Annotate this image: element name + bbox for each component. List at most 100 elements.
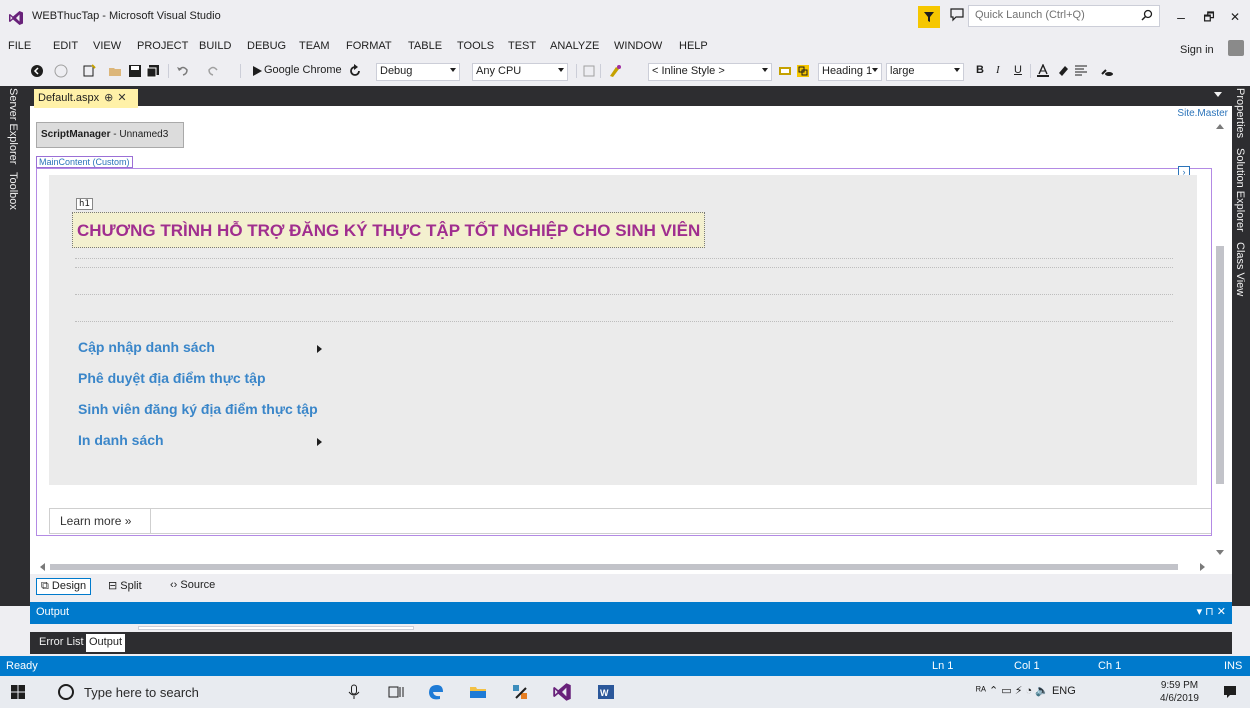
font-color-icon[interactable] <box>1036 64 1050 78</box>
task-view-icon[interactable] <box>386 682 406 702</box>
refresh-icon[interactable] <box>348 64 362 78</box>
sign-in-link[interactable]: Sign in <box>1180 44 1214 56</box>
standard-toolbar: Google Chrome Debug Any CPU < Inline Sty… <box>0 58 1250 86</box>
underline-button[interactable]: U <box>1014 64 1022 76</box>
visual-studio-taskbar-icon[interactable] <box>552 682 572 702</box>
tab-output[interactable]: Output <box>86 634 126 652</box>
toolbox-tab[interactable]: Toolbox <box>7 172 19 210</box>
style-application-icon[interactable] <box>778 64 792 78</box>
run-target-label[interactable]: Google Chrome <box>264 64 342 76</box>
horizontal-scroll-thumb[interactable] <box>50 564 1178 570</box>
action-center-icon[interactable] <box>1222 684 1238 700</box>
split-view-button[interactable]: ⊟ Split <box>104 578 146 593</box>
nav-link-approve-location[interactable]: Phê duyệt địa điểm thực tập <box>78 370 266 386</box>
save-all-icon[interactable] <box>146 64 160 78</box>
scroll-left-icon[interactable] <box>40 563 45 571</box>
submenu-arrow-icon[interactable] <box>317 345 322 353</box>
minimize-button[interactable]: – <box>1170 8 1192 26</box>
menu-format[interactable]: FORMAT <box>346 40 392 52</box>
design-view-button[interactable]: ⧉ Design <box>36 578 92 595</box>
learn-more-button[interactable]: Learn more » <box>49 508 151 534</box>
class-view-tab[interactable]: Class View <box>1234 242 1246 296</box>
nav-link-student-register[interactable]: Sinh viên đăng ký địa điểm thực tập <box>78 401 318 417</box>
save-icon[interactable] <box>128 64 142 78</box>
nav-link-print-list[interactable]: In danh sách <box>78 432 164 448</box>
solution-explorer-tab[interactable]: Solution Explorer <box>1234 148 1246 232</box>
insert-link-icon[interactable] <box>1100 64 1114 78</box>
file-explorer-icon[interactable] <box>468 682 488 702</box>
menu-build[interactable]: BUILD <box>199 40 231 52</box>
restore-button[interactable]: 🗗 <box>1198 8 1220 26</box>
edge-browser-icon[interactable] <box>426 682 446 702</box>
tools-app-icon[interactable] <box>510 682 530 702</box>
word-icon[interactable]: W <box>596 682 616 702</box>
output-window-controls[interactable]: ▾ ⊓ ✕ <box>1197 605 1226 618</box>
menu-file[interactable]: FILE <box>8 40 31 52</box>
nav-link-update-list[interactable]: Cập nhập danh sách <box>78 339 215 355</box>
account-icon[interactable] <box>1228 40 1244 56</box>
tab-default-aspx[interactable]: Default.aspx ⊕ ✕ <box>34 89 138 108</box>
scroll-right-icon[interactable] <box>1200 563 1205 571</box>
taskbar-clock[interactable]: 9:59 PM 4/6/2019 <box>1160 679 1199 705</box>
tab-list-dropdown-icon[interactable] <box>1214 92 1222 97</box>
block-format-select[interactable]: Heading 1 <box>818 63 882 81</box>
menu-team[interactable]: TEAM <box>299 40 330 52</box>
apply-style-icon[interactable] <box>608 64 622 78</box>
master-page-label[interactable]: Site.Master <box>1177 108 1228 119</box>
empty-paragraph[interactable] <box>75 294 1173 322</box>
style-select[interactable]: < Inline Style > <box>648 63 772 81</box>
quick-launch-input[interactable]: Quick Launch (Ctrl+Q) <box>968 5 1160 27</box>
justify-icon[interactable] <box>1074 64 1088 78</box>
bold-button[interactable]: B <box>976 64 984 76</box>
menu-test[interactable]: TEST <box>508 40 536 52</box>
highlight-color-icon[interactable] <box>1056 64 1070 78</box>
source-view-button[interactable]: ‹› Source <box>166 578 219 592</box>
page-heading[interactable]: CHƯƠNG TRÌNH HỖ TRỢ ĐĂNG KÝ THỰC TẬP TỐT… <box>72 212 706 248</box>
target-rule-icon[interactable] <box>796 64 810 78</box>
vertical-scroll-thumb[interactable] <box>1216 246 1224 484</box>
scroll-down-icon[interactable] <box>1216 550 1224 555</box>
main-content-label[interactable]: MainContent (Custom) <box>36 156 133 168</box>
redo-icon[interactable] <box>206 64 220 78</box>
menu-window[interactable]: WINDOW <box>614 40 662 52</box>
pin-icon[interactable]: ⊕ <box>104 92 113 104</box>
vertical-scrollbar[interactable] <box>1214 120 1226 560</box>
horizontal-scrollbar[interactable] <box>38 560 1214 574</box>
feedback-icon[interactable] <box>950 8 964 22</box>
menu-debug[interactable]: DEBUG <box>247 40 286 52</box>
menu-view[interactable]: VIEW <box>93 40 121 52</box>
notification-flag-icon[interactable] <box>918 6 940 28</box>
start-debugging-icon[interactable] <box>250 64 264 78</box>
submenu-arrow-icon[interactable] <box>317 438 322 446</box>
platform-select[interactable]: Any CPU <box>472 63 568 81</box>
properties-tab[interactable]: Properties <box>1234 88 1246 138</box>
design-surface[interactable]: Site.Master ScriptManager - Unnamed3 Mai… <box>30 108 1232 574</box>
taskbar-search-box[interactable]: Type here to search <box>48 679 343 705</box>
undo-icon[interactable] <box>176 64 190 78</box>
windows-start-icon[interactable] <box>10 684 26 700</box>
empty-paragraph[interactable] <box>75 258 1173 268</box>
menu-analyze[interactable]: ANALYZE <box>550 40 599 52</box>
menu-edit[interactable]: EDIT <box>53 40 78 52</box>
new-project-icon[interactable] <box>82 64 96 78</box>
tab-error-list[interactable]: Error List <box>36 634 87 652</box>
font-size-select[interactable]: large <box>886 63 964 81</box>
microphone-icon[interactable] <box>344 682 364 702</box>
configuration-select[interactable]: Debug <box>376 63 460 81</box>
script-manager-control[interactable]: ScriptManager - Unnamed3 <box>36 122 184 148</box>
menu-help[interactable]: HELP <box>679 40 708 52</box>
menu-table[interactable]: TABLE <box>408 40 442 52</box>
browse-icon[interactable] <box>582 64 596 78</box>
server-explorer-tab[interactable]: Server Explorer <box>7 88 19 164</box>
scroll-up-icon[interactable] <box>1216 124 1224 129</box>
system-tray[interactable]: ᴿᴬ ⌃ ▭ ⚡ ◔ 🔈 ENG <box>976 684 1076 697</box>
italic-button[interactable]: I <box>996 64 1000 76</box>
close-tab-icon[interactable]: ✕ <box>117 92 126 104</box>
menu-tools[interactable]: TOOLS <box>457 40 494 52</box>
output-source-select[interactable] <box>138 626 414 630</box>
menu-project[interactable]: PROJECT <box>137 40 188 52</box>
navigate-back-icon[interactable] <box>30 64 44 78</box>
navigate-forward-icon[interactable] <box>54 64 68 78</box>
open-file-icon[interactable] <box>108 64 122 78</box>
close-button[interactable]: ✕ <box>1224 8 1246 26</box>
